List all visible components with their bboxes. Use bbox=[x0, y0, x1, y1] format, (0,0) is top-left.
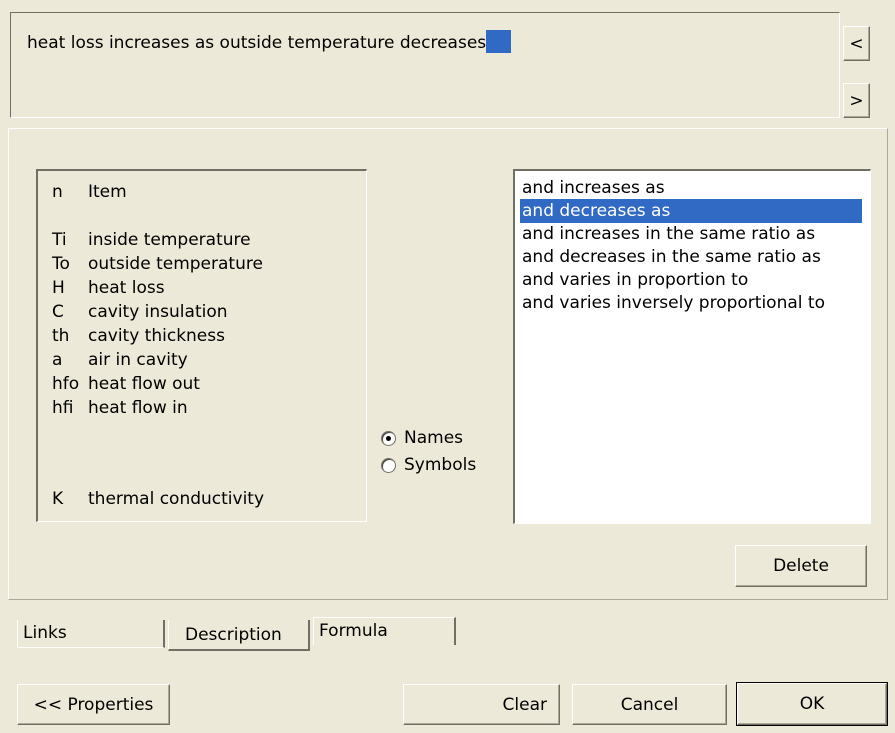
item-name: air in cavity bbox=[88, 350, 188, 370]
list-item: Ti inside temperature bbox=[52, 230, 251, 250]
item-symbol: hfi bbox=[52, 398, 74, 418]
tab-description[interactable]: Description bbox=[168, 620, 310, 651]
item-name: outside temperature bbox=[88, 254, 263, 274]
item-symbol: a bbox=[52, 350, 63, 370]
previous-button[interactable]: < bbox=[843, 26, 870, 61]
items-header-name: Item bbox=[88, 182, 127, 202]
relation-option[interactable]: and increases in the same ratio as bbox=[520, 222, 862, 246]
relation-option[interactable]: and decreases as bbox=[520, 199, 862, 223]
item-symbol: K bbox=[52, 489, 64, 509]
relation-option[interactable]: and increases as bbox=[520, 176, 862, 200]
item-name: inside temperature bbox=[88, 230, 251, 250]
tab-links[interactable]: Links bbox=[17, 620, 165, 648]
item-symbol: C bbox=[52, 302, 64, 322]
delete-button[interactable]: Delete bbox=[735, 545, 867, 587]
names-radio-label: Names bbox=[404, 428, 464, 448]
item-name: thermal conductivity bbox=[88, 489, 265, 509]
radio-circle bbox=[381, 457, 396, 473]
cancel-button[interactable]: Cancel bbox=[572, 684, 727, 725]
items-list: n Item Ti inside temperature To outside temp… bbox=[36, 169, 367, 522]
list-item: To outside temperature bbox=[52, 254, 263, 274]
item-name: heat flow in bbox=[88, 398, 188, 418]
radio-circle bbox=[381, 430, 396, 446]
item-symbol: Ti bbox=[52, 230, 67, 250]
item-symbol: th bbox=[52, 326, 70, 346]
text-cursor-selection bbox=[486, 30, 512, 53]
relation-option[interactable]: and varies in proportion to bbox=[520, 268, 862, 292]
list-item: Hheat loss bbox=[52, 278, 165, 298]
description-text: heat loss increases as outside temperatu… bbox=[27, 30, 512, 53]
item-name: cavity thickness bbox=[88, 326, 225, 346]
item-symbol: hfo bbox=[52, 374, 80, 394]
relation-option[interactable]: and varies inversely proportional to bbox=[520, 291, 862, 315]
list-item: th cavity thickness bbox=[52, 326, 225, 346]
properties-button[interactable]: << Properties bbox=[17, 684, 170, 725]
clear-button[interactable]: Clear bbox=[403, 684, 560, 725]
next-button[interactable]: > bbox=[843, 83, 870, 118]
item-name: heat flow out bbox=[88, 374, 200, 394]
description-text-field[interactable]: heat loss increases as outside temperatu… bbox=[10, 12, 840, 118]
tab-formula[interactable]: Formula bbox=[313, 617, 456, 645]
items-header-symbol: n bbox=[52, 182, 63, 202]
item-name: heat loss bbox=[88, 278, 165, 298]
list-item: Kthermal conductivity bbox=[52, 489, 264, 509]
list-item: a air in cavity bbox=[52, 350, 188, 370]
symbols-radio-label: Symbols bbox=[404, 455, 477, 475]
names-radio[interactable]: Names bbox=[381, 428, 463, 448]
list-item: Ccavity insulation bbox=[52, 302, 228, 322]
relation-option[interactable]: and decreases in the same ratio as bbox=[520, 245, 862, 269]
item-symbol: To bbox=[52, 254, 70, 274]
list-item: hfo heat flow out bbox=[52, 374, 200, 394]
radio-dot bbox=[386, 435, 391, 441]
ok-button[interactable]: OK bbox=[736, 682, 888, 726]
relation-list[interactable]: and increases as and decreases as and incr… bbox=[513, 169, 871, 524]
item-symbol: H bbox=[52, 278, 65, 298]
list-item: hfi heat flow in bbox=[52, 398, 188, 418]
items-header: n Item bbox=[52, 182, 127, 202]
item-name: cavity insulation bbox=[88, 302, 228, 322]
symbols-radio[interactable]: Symbols bbox=[381, 455, 476, 475]
